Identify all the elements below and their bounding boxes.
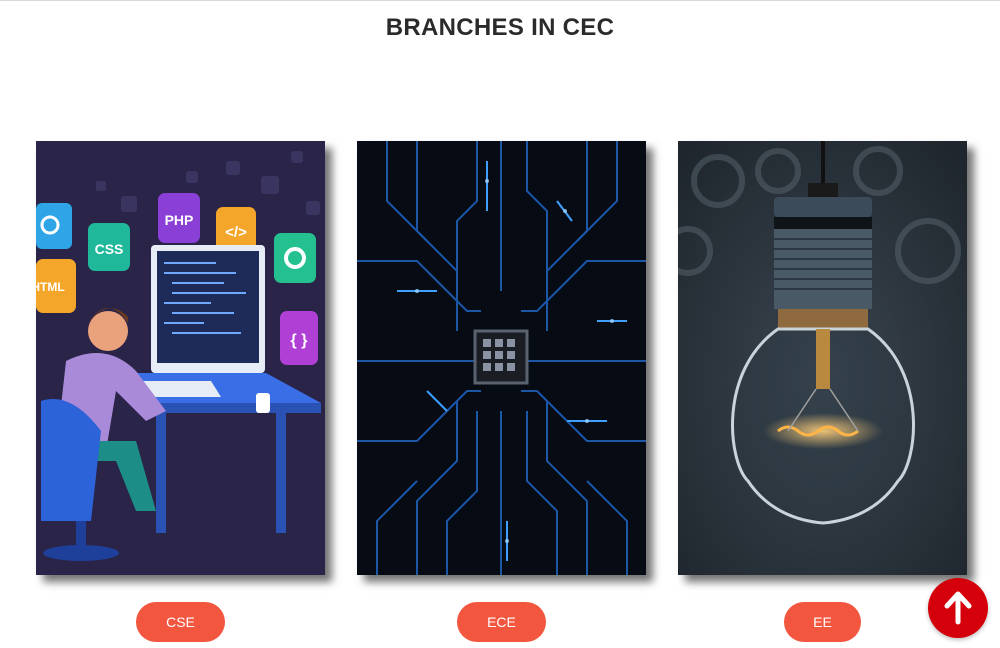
cse-image: CSS PHP </> HTML { } [36, 141, 325, 575]
ee-image [678, 141, 967, 575]
ece-image [357, 141, 646, 575]
scroll-to-top-button[interactable] [928, 578, 988, 638]
html-tile-label: HTML [36, 280, 65, 294]
svg-text:</>: </> [225, 224, 247, 241]
ee-button[interactable]: EE [784, 602, 861, 642]
section-title: BRANCHES IN CEC [385, 14, 615, 41]
arrow-up-icon [944, 591, 972, 625]
php-tile-label: PHP [165, 212, 194, 228]
top-divider [0, 0, 1000, 1]
css-tile-label: CSS [95, 241, 124, 257]
ece-button[interactable]: ECE [457, 602, 546, 642]
cse-button[interactable]: CSE [136, 602, 225, 642]
svg-text:{ }: { } [291, 332, 308, 349]
